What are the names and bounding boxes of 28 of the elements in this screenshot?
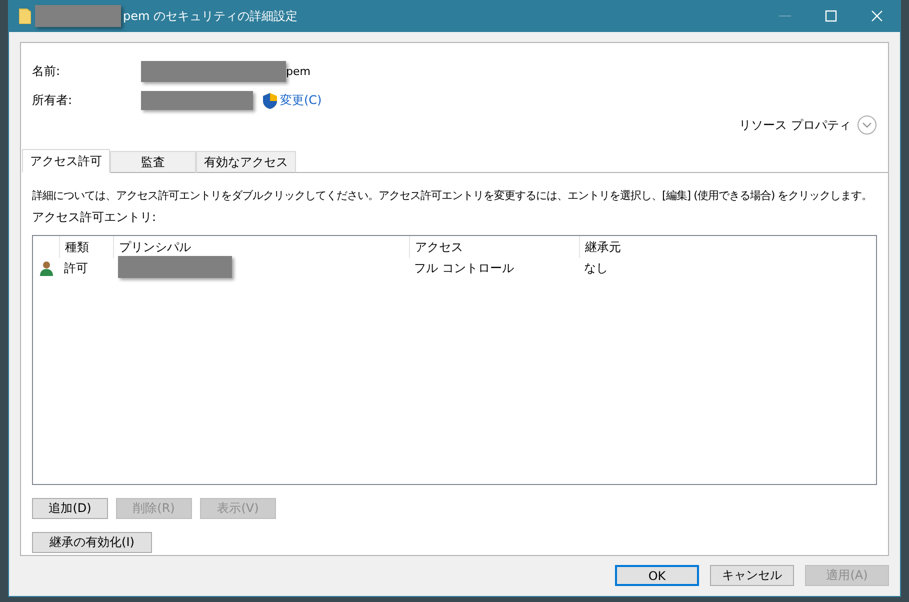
table-row[interactable]: 許可 フル コントロール なし — [33, 258, 876, 278]
shield-icon — [263, 92, 277, 108]
tab[interactable]: 監査 — [110, 151, 196, 173]
name-label: 名前: — [32, 63, 62, 80]
user-icon — [40, 260, 52, 276]
close-icon[interactable] — [871, 10, 883, 22]
entries-label: アクセス許可エントリ: — [32, 209, 158, 226]
resource-properties-label[interactable]: リソース プロパティ — [739, 116, 851, 134]
window-title: pem のセキュリティの詳細設定 — [123, 8, 298, 24]
dialog-button[interactable]: キャンセル — [710, 565, 794, 586]
name-value: pem — [286, 65, 310, 78]
dialog-button[interactable]: OK — [615, 565, 699, 586]
table-cell-text: フル コントロール — [413, 260, 515, 276]
change-owner-link[interactable]: 変更(C) — [280, 92, 322, 109]
expand-chevron-icon[interactable] — [857, 115, 877, 135]
maximize-icon[interactable] — [825, 10, 837, 22]
column-header[interactable]: アクセス — [409, 236, 579, 258]
instructions-text: 詳細については、アクセス許可エントリをダブルクリックしてください。アクセス許可エントリを変更するには、エントリを選択し、[編集] (使用できる場合) をクリックします。 — [32, 188, 874, 203]
action-button[interactable]: 追加(D) — [32, 498, 108, 519]
column-header[interactable]: 種類 — [59, 236, 113, 258]
table-cell-text: 許可 — [63, 260, 89, 276]
enable-inheritance-button[interactable]: 継承の有効化(I) — [32, 532, 152, 553]
table-cell-text: なし — [583, 260, 609, 276]
owner-label: 所有者: — [32, 92, 74, 109]
tab[interactable]: アクセス許可 — [22, 149, 110, 173]
folder-icon — [19, 8, 31, 24]
tab[interactable]: 有効なアクセス — [196, 151, 296, 173]
column-header[interactable]: 継承元 — [579, 236, 699, 258]
